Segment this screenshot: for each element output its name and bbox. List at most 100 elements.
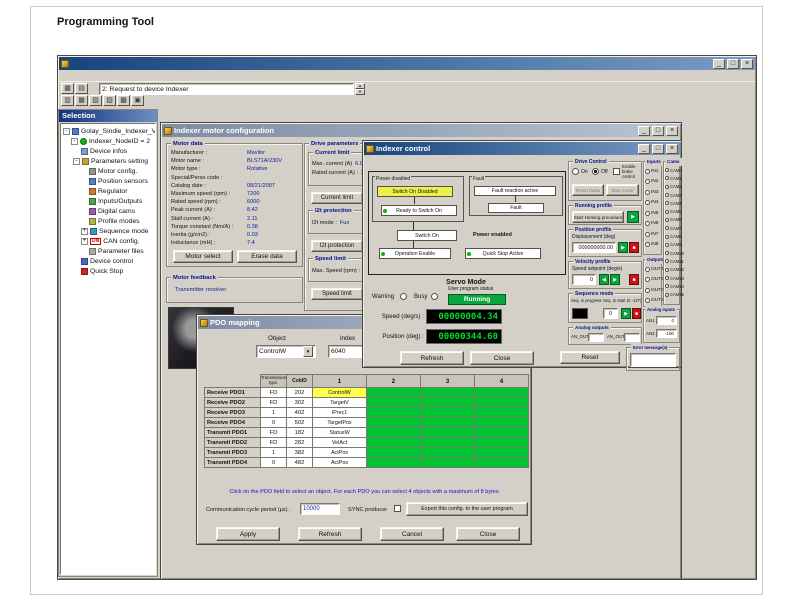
cam-led [665, 259, 669, 263]
tree-item-quick-stop[interactable]: Quick Stop [61, 266, 155, 276]
current-limit-button[interactable]: Current limit [311, 192, 363, 204]
tree-item-device-control[interactable]: Device control [61, 256, 155, 266]
minimize-button[interactable]: _ [638, 126, 650, 136]
menu-item[interactable] [59, 70, 69, 81]
tree-item-project[interactable]: - Golay_Sindle_Indexer_V1_0 [61, 126, 155, 136]
maximize-button[interactable]: □ [652, 126, 664, 136]
expander-icon[interactable]: - [71, 138, 78, 145]
i2t-protection-button[interactable]: I2t protection [311, 240, 363, 252]
reset-faults-button[interactable]: Reset faults [572, 184, 604, 196]
close-button[interactable]: × [666, 126, 678, 136]
refresh-button[interactable]: Refresh [400, 351, 464, 365]
config-icon[interactable]: ▣ [131, 95, 144, 106]
expander-icon[interactable]: + [81, 238, 88, 245]
pdo-transmission-type-cell[interactable]: 0 [260, 457, 287, 468]
pdo-empty-cell[interactable] [420, 457, 475, 468]
drive-off-radio[interactable] [592, 168, 599, 175]
an-out1-field[interactable] [588, 333, 604, 342]
close-button[interactable]: Close [456, 527, 520, 541]
chart-icon[interactable]: ▦ [61, 83, 74, 94]
tree-item-parameter-files[interactable]: Parameter files [61, 246, 155, 256]
program-icon[interactable]: ▨ [103, 95, 116, 106]
export-config-button[interactable]: Export this config. to the user program [406, 502, 528, 516]
cancel-button[interactable]: Cancel [380, 527, 444, 541]
erase-data-button[interactable]: Erase data [237, 250, 297, 263]
tree-item-can-config[interactable]: + DN CAN config. [61, 236, 155, 246]
device-icon[interactable]: ▥ [61, 95, 74, 106]
an-out2-field[interactable] [624, 333, 640, 342]
motor-select-button[interactable]: Motor select [173, 250, 233, 263]
grid-icon[interactable]: ▦ [75, 95, 88, 106]
chevron-down-icon[interactable]: ▼ [303, 346, 313, 357]
speed-setpoint-field[interactable]: 0 [572, 274, 596, 285]
analog-inputs-legend: Analog inputs [645, 306, 677, 314]
speed-limit-button[interactable]: Speed limit [311, 288, 363, 300]
index-field[interactable]: 6040 [328, 345, 366, 358]
tree-item-node[interactable]: - Indexer_NodeID = 2 [61, 136, 155, 146]
tree-item-inputs-outputs[interactable]: Inputs/Outputs [61, 196, 155, 206]
jog-forward-icon[interactable]: ▶ [610, 274, 620, 285]
menu-item[interactable] [69, 70, 79, 81]
expander-icon[interactable]: + [81, 228, 88, 235]
monitor-icon[interactable]: ▩ [117, 95, 130, 106]
apply-button[interactable]: Apply [216, 527, 280, 541]
pdo-object-cell[interactable]: ActPos [312, 457, 367, 468]
menu-item[interactable] [129, 70, 139, 81]
expander-icon[interactable]: - [73, 158, 80, 165]
menu-item[interactable] [79, 70, 89, 81]
menu-item[interactable] [99, 70, 109, 81]
tree-item-position-sensors[interactable]: Position sensors [61, 176, 155, 186]
brake-control-checkbox[interactable] [613, 168, 620, 175]
cam-led [665, 243, 669, 247]
output-row[interactable]: OUT2 [644, 275, 661, 286]
request-combo[interactable]: 2: Request to device Indexer [99, 83, 354, 95]
pdo-cobid-cell[interactable]: 482 [286, 457, 313, 468]
cards-icon[interactable]: ▧ [89, 95, 102, 106]
refresh-button[interactable]: Refresh [298, 527, 362, 541]
velocity-stop-icon[interactable]: ■ [629, 274, 639, 285]
tree-item-parameters-setting[interactable]: - Parameters setting [61, 156, 155, 166]
tree-item-regulator[interactable]: Regulator [61, 186, 155, 196]
tree-item-motor-config[interactable]: Motor config. [61, 166, 155, 176]
menu-item[interactable] [119, 70, 129, 81]
tree-item-sequence-mode[interactable]: + Sequence mode [61, 226, 155, 236]
pdo-empty-cell[interactable] [474, 457, 529, 468]
start-homing-button[interactable]: Start Homing procedure [572, 211, 624, 223]
sheet-icon[interactable]: ▤ [75, 83, 88, 94]
cycle-period-field[interactable]: 10000 [300, 503, 340, 515]
tree-item-device-infos[interactable]: Device infos [61, 146, 155, 156]
cam-led [665, 284, 669, 288]
displacement-field[interactable]: 000000000.00 [572, 242, 616, 253]
object-dropdown[interactable]: ControlW ▼ [256, 345, 316, 358]
minimize-button[interactable]: _ [713, 59, 725, 69]
output-row[interactable]: OUT4 [644, 296, 661, 307]
maximize-button[interactable]: □ [727, 59, 739, 69]
reset-button[interactable]: Reset [560, 351, 620, 364]
maximize-button[interactable]: □ [652, 144, 664, 154]
pdo-empty-cell[interactable] [366, 457, 421, 468]
position-stop-icon[interactable]: ■ [629, 242, 639, 253]
menu-item[interactable] [109, 70, 119, 81]
tree-item-digital-cams[interactable]: Digital cams [61, 206, 155, 216]
homing-start-icon[interactable]: ▶ [627, 211, 639, 223]
output-row[interactable]: OUT3 [644, 285, 661, 296]
close-button[interactable]: Close [470, 351, 534, 365]
sync-producer-checkbox[interactable] [394, 505, 401, 512]
minimize-button[interactable]: _ [638, 144, 650, 154]
input-row: IN7 [644, 229, 661, 240]
sequence-start-icon[interactable]: ▶ [621, 308, 631, 319]
tree-item-profile-modes[interactable]: Profile modes [61, 216, 155, 226]
position-start-icon[interactable]: ▶ [618, 242, 628, 253]
stop-motor-button[interactable]: Stop motor [606, 184, 639, 196]
input-led [645, 190, 650, 195]
menu-item[interactable] [89, 70, 99, 81]
jog-reverse-icon[interactable]: ◀ [599, 274, 609, 285]
expander-icon[interactable]: - [63, 128, 70, 135]
inputs-legend: Inputs [645, 158, 663, 166]
seq-to-start-field[interactable]: 0 [603, 308, 618, 319]
close-button[interactable]: × [666, 144, 678, 154]
sequence-stop-icon[interactable]: ■ [632, 308, 641, 319]
output-row[interactable]: OUT1 [644, 264, 661, 275]
drive-on-radio[interactable] [572, 168, 579, 175]
close-button[interactable]: × [741, 59, 753, 69]
